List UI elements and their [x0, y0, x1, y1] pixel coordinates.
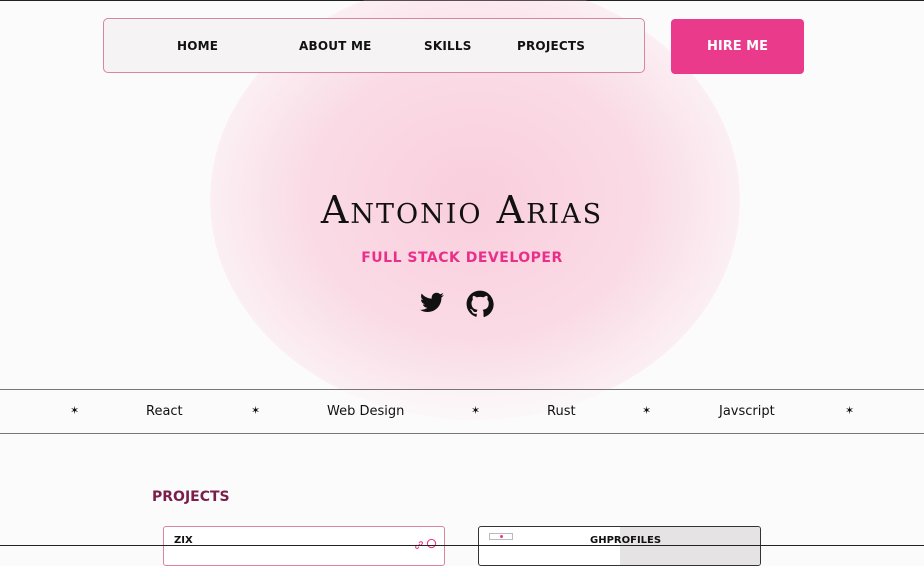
github-icon[interactable]: [466, 290, 494, 317]
project-card[interactable]: ZIX: [163, 526, 445, 566]
nav-skills[interactable]: SKILLS: [424, 39, 472, 53]
nav-about-me[interactable]: ABOUT ME: [299, 39, 371, 53]
ticker-separator: ✶: [471, 404, 481, 417]
nav-home[interactable]: HOME: [177, 39, 218, 53]
hero-role: FULL STACK DEVELOPER: [361, 250, 563, 266]
ticker-item: Web Design: [327, 404, 405, 419]
mini-search-box: [489, 533, 513, 540]
ticker-separator: ✶: [251, 404, 261, 417]
ticker-separator: ✶: [642, 404, 652, 417]
ticker-item: Rust: [547, 404, 576, 419]
card-preview-image: [620, 527, 760, 565]
project-card[interactable]: GHPROFILES: [478, 526, 761, 566]
hire-me-button[interactable]: HIRE ME: [671, 19, 804, 74]
ticker-item: React: [146, 404, 183, 419]
ticker-separator: ✶: [70, 404, 80, 417]
ticker-separator: ✶: [845, 404, 855, 417]
skills-ticker: ✶ React ✶ Web Design ✶ Rust ✶ Javscript …: [0, 389, 924, 434]
twitter-icon[interactable]: [418, 290, 446, 316]
projects-heading: PROJECTS: [152, 489, 230, 505]
navbar: HOME ABOUT ME SKILLS PROJECTS: [103, 18, 645, 73]
nav-projects[interactable]: PROJECTS: [517, 39, 585, 53]
github-icon[interactable]: [426, 534, 437, 553]
dot-icon: [500, 535, 503, 538]
hero-name: Antonio Arias: [320, 188, 604, 232]
ticker-item: Javscript: [719, 404, 775, 419]
